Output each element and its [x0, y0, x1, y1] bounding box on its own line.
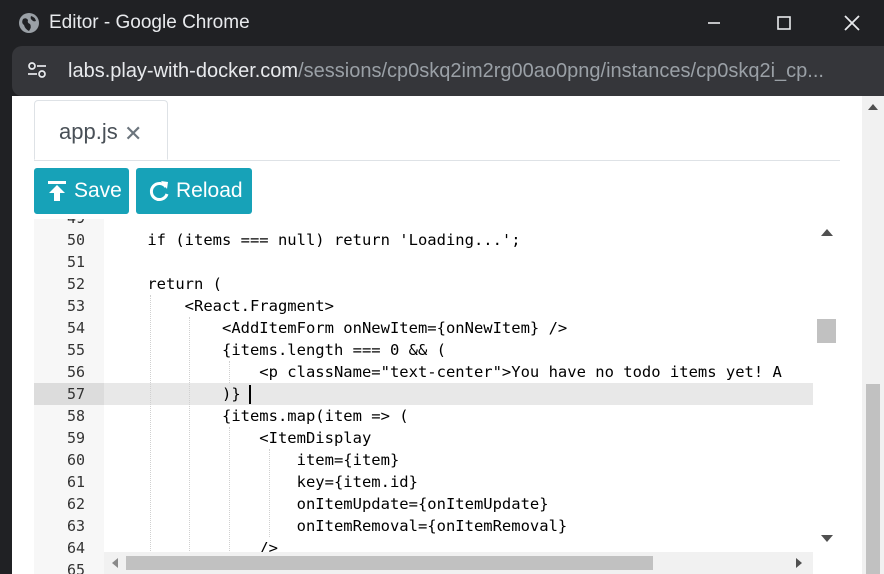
line-number: 61: [66, 473, 85, 491]
scroll-down-arrow-icon[interactable]: [821, 535, 833, 542]
page-scroll-thumb[interactable]: [866, 384, 880, 574]
page-vertical-scrollbar[interactable]: [862, 96, 884, 574]
save-label: Save: [74, 179, 122, 202]
window-title-bar: Editor - Google Chrome: [0, 0, 884, 46]
site-settings-icon[interactable]: [26, 59, 48, 81]
line-number: 63: [66, 517, 85, 535]
tab-label: app.js: [59, 119, 118, 144]
line-number: 56: [66, 363, 85, 381]
code-line[interactable]: onItemRemoval={onItemRemoval}: [110, 515, 568, 537]
line-number: 60: [66, 451, 85, 469]
code-line[interactable]: {items.map(item => (: [110, 405, 409, 427]
line-number: 50: [66, 231, 85, 249]
line-number: 65: [66, 561, 85, 574]
code-line[interactable]: <p className="text-center">You have no t…: [110, 361, 782, 383]
line-number: 58: [66, 407, 85, 425]
code-line[interactable]: return (: [110, 273, 222, 295]
close-tab-icon[interactable]: ✕: [124, 123, 142, 145]
line-number: 57: [66, 385, 85, 403]
code-line[interactable]: <React.Fragment>: [110, 295, 334, 317]
upload-icon: [48, 181, 66, 201]
tab-app-js[interactable]: app.js ✕: [34, 100, 168, 160]
indent-guide: [268, 449, 270, 537]
line-number-gutter: 49 50 51 52 53 54 55 56 57 58 59 60 61 62 63 64 65: [34, 219, 104, 574]
url-path: /sessions/cp0skq2im2rg00ao0png/instances…: [298, 60, 824, 82]
line-number: 59: [66, 429, 85, 447]
minimize-button[interactable]: [680, 0, 748, 46]
reload-label: Reload: [176, 179, 243, 202]
maximize-icon: [777, 16, 791, 30]
code-line[interactable]: <AddItemForm onNewItem={onNewItem} />: [110, 317, 567, 339]
indent-guide: [189, 317, 191, 552]
minimize-icon: [708, 22, 720, 24]
indent-guide: [229, 427, 231, 552]
code-line[interactable]: key={item.id}: [110, 471, 418, 493]
editor-horizontal-scrollbar[interactable]: [104, 552, 813, 574]
code-line[interactable]: />: [110, 537, 278, 552]
line-number: 54: [66, 319, 85, 337]
text-cursor: [249, 385, 252, 404]
scroll-right-arrow-icon[interactable]: [796, 558, 802, 568]
editor-vertical-scrollbar[interactable]: [813, 219, 840, 552]
url-host: labs.play-with-docker.com: [68, 60, 299, 82]
line-number: 51: [66, 253, 85, 271]
reload-button[interactable]: Reload: [136, 168, 252, 214]
close-icon: [844, 15, 860, 31]
code-line[interactable]: item={item}: [110, 449, 400, 471]
line-number: 49: [34, 219, 85, 229]
line-number: 64: [66, 539, 85, 557]
indent-guide: [229, 361, 231, 383]
code-editor[interactable]: 49 50 51 52 53 54 55 56 57 58 59 60 61 62 63 64 65 if (i…: [34, 219, 840, 574]
line-number: 52: [66, 275, 85, 293]
reload-icon: [149, 181, 169, 201]
indent-guide: [149, 295, 151, 552]
line-number: 62: [66, 495, 85, 513]
address-bar[interactable]: labs.play-with-docker.com/sessions/cp0sk…: [12, 46, 884, 96]
line-number: 53: [66, 297, 85, 315]
code-line[interactable]: onItemUpdate={onItemUpdate}: [110, 493, 549, 515]
code-line[interactable]: {items.length === 0 && (: [110, 339, 446, 361]
window-title: Editor - Google Chrome: [49, 12, 250, 33]
code-line[interactable]: if (items === null) return 'Loading...';: [110, 229, 520, 251]
scroll-left-arrow-icon[interactable]: [112, 558, 118, 568]
vertical-scroll-thumb[interactable]: [817, 319, 836, 343]
line-number: 55: [66, 341, 85, 359]
save-button[interactable]: Save: [34, 168, 129, 214]
page-content: app.js ✕ Save Reload 49 50 51 52 53 54 55 56 57 5…: [12, 96, 884, 574]
scroll-up-arrow-icon[interactable]: [821, 229, 833, 236]
code-line[interactable]: )}: [110, 383, 241, 405]
close-window-button[interactable]: [818, 0, 884, 46]
horizontal-scroll-thumb[interactable]: [126, 556, 653, 570]
page-scroll-up-arrow-icon[interactable]: [868, 104, 878, 110]
maximize-button[interactable]: [750, 0, 818, 46]
editor-tab-strip: app.js ✕: [34, 100, 840, 161]
url-text[interactable]: labs.play-with-docker.com/sessions/cp0sk…: [68, 59, 873, 83]
code-area[interactable]: if (items === null) return 'Loading...';…: [104, 219, 813, 552]
globe-icon: [19, 13, 39, 33]
